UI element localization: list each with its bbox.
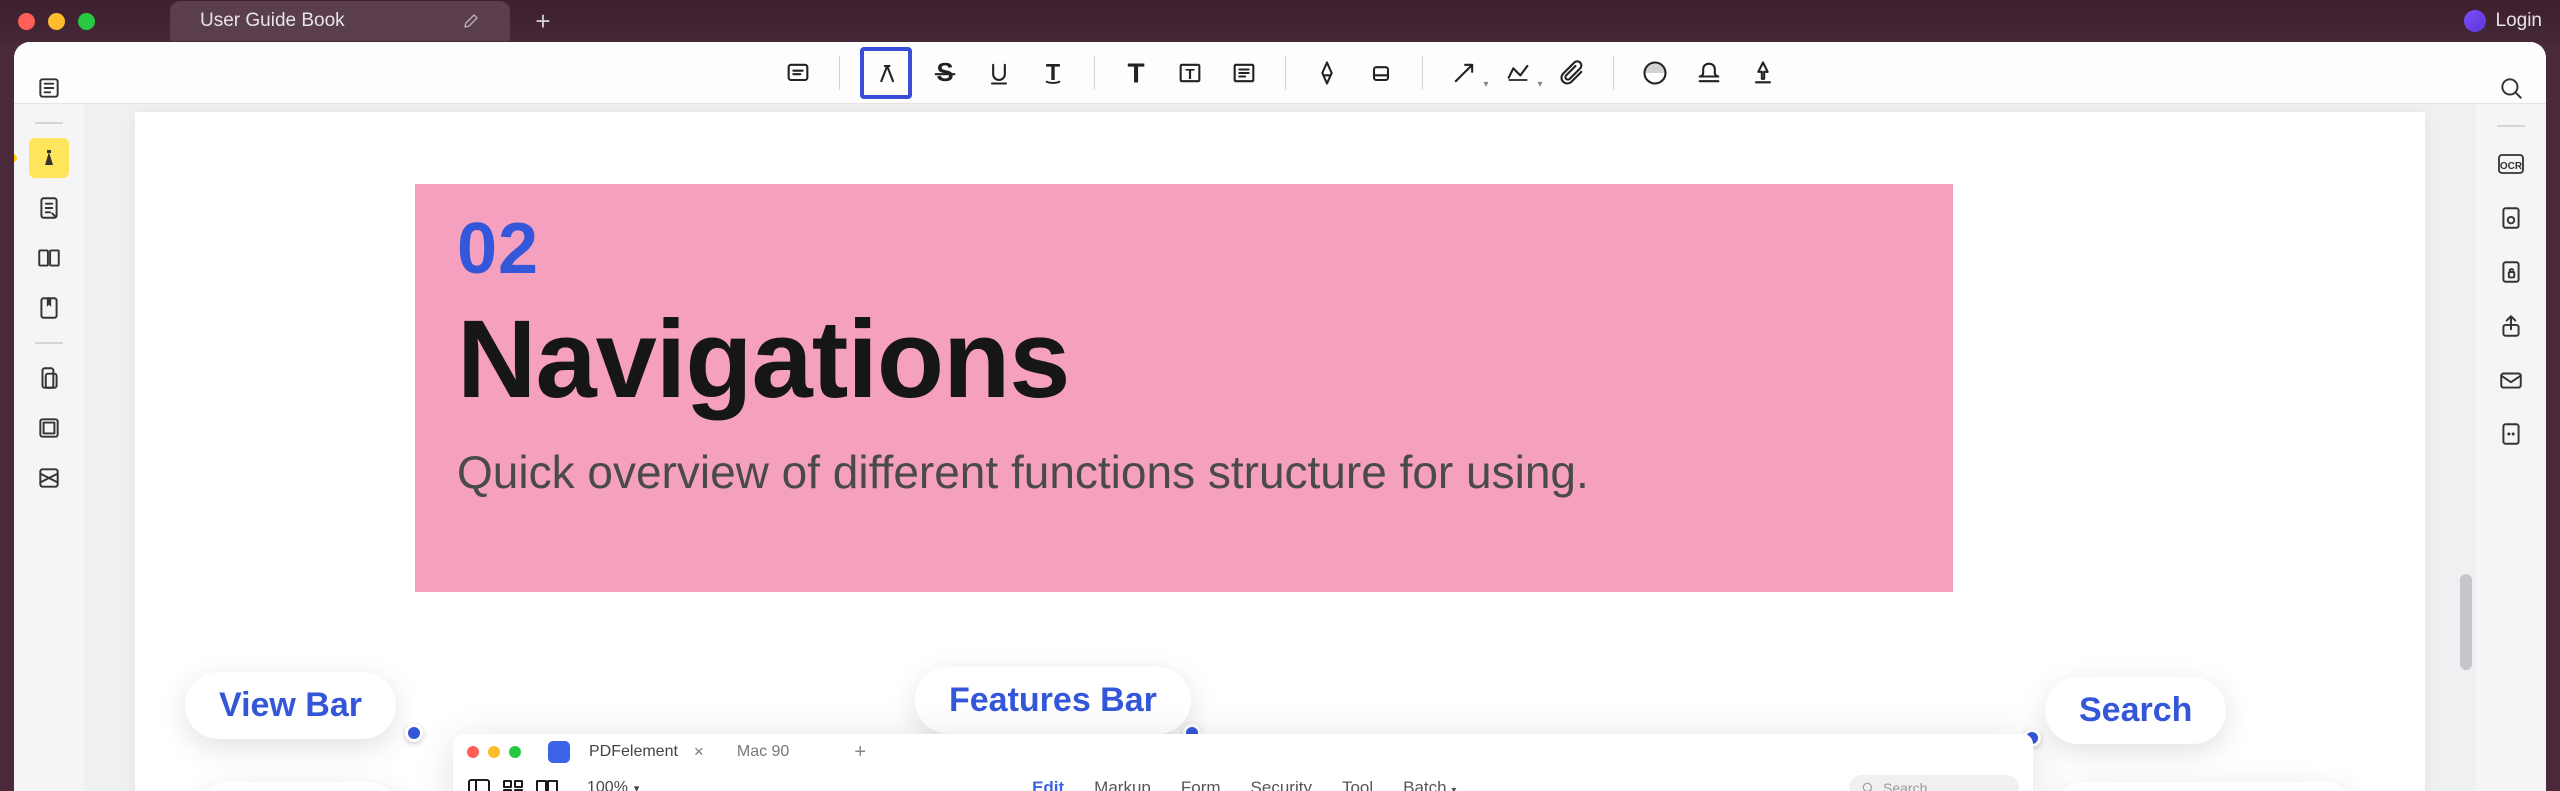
section-number: 02 (457, 208, 1911, 290)
dropdown-caret-icon: ▾ (1537, 79, 1542, 90)
mini-close-icon (467, 746, 479, 758)
markup-panel-button[interactable] (29, 138, 69, 178)
view-mode-sidebar-icon[interactable] (467, 778, 491, 791)
document-tab[interactable]: User Guide Book (170, 1, 510, 41)
svg-text:T: T (1045, 59, 1059, 85)
pages-panel-button[interactable] (29, 458, 69, 498)
login-label: Login (2496, 10, 2543, 32)
stamp-tool[interactable] (1634, 52, 1676, 94)
arrow-tool[interactable]: ▾ (1443, 52, 1485, 94)
close-tab-icon[interactable]: × (694, 742, 704, 762)
svg-text:T: T (1185, 65, 1195, 82)
dropdown-caret-icon: ▾ (1483, 79, 1488, 90)
embedded-tab2: Mac 90 (737, 743, 789, 761)
search-button[interactable] (2491, 68, 2531, 108)
view-mode-grid-icon[interactable] (501, 778, 525, 791)
text-effect-tool[interactable]: T (1032, 52, 1074, 94)
svg-text:T: T (1127, 59, 1144, 87)
section-title: Navigations (457, 296, 1911, 423)
callout-search: Search (2045, 677, 2226, 744)
toolbar-separator (1422, 56, 1423, 90)
sidebar-divider (35, 122, 63, 124)
strikethrough-tool[interactable]: S (924, 52, 966, 94)
toolbar-separator (1285, 56, 1286, 90)
text-tool[interactable]: T (1115, 52, 1157, 94)
note-block-tool[interactable] (1223, 52, 1265, 94)
menu-security[interactable]: Security (1251, 778, 1312, 791)
sidebar-divider (2497, 125, 2525, 127)
view-mode-two-page-icon[interactable] (535, 778, 559, 791)
email-button[interactable] (2491, 360, 2531, 400)
document-tab-title: User Guide Book (200, 10, 462, 32)
thumbnail-panel-button[interactable] (29, 68, 69, 108)
callout-side-bar: Side Bar (195, 782, 401, 791)
pencil-tool[interactable] (1306, 52, 1348, 94)
embedded-new-tab[interactable]: + (854, 741, 866, 764)
textbox-tool[interactable]: T (1169, 52, 1211, 94)
minimize-window-icon[interactable] (48, 13, 65, 30)
section-subtitle: Quick overview of different functions st… (457, 445, 1911, 499)
document-viewport[interactable]: 02 Navigations Quick overview of differe… (84, 104, 2476, 791)
section-header-block: 02 Navigations Quick overview of differe… (415, 184, 1953, 592)
layers-panel-button[interactable] (29, 408, 69, 448)
search-icon (1861, 781, 1875, 791)
redact-tool[interactable] (1742, 52, 1784, 94)
tab-edit-icon[interactable] (462, 12, 480, 30)
callout-view-bar: View Bar (185, 672, 396, 739)
avatar-icon (2464, 10, 2486, 32)
callout-dot-icon (405, 724, 423, 742)
page-box-button[interactable] (2491, 198, 2531, 238)
menu-batch[interactable]: Batch ▾ (1403, 778, 1456, 791)
right-sidebar: OCR (2476, 54, 2546, 454)
embedded-search-input[interactable]: Search (1849, 775, 2019, 791)
shapes-tool[interactable]: ▾ (1497, 52, 1539, 94)
zoom-level[interactable]: 100% ▾ (587, 779, 639, 791)
embedded-app-window: PDFelement × Mac 90 + 100% ▾ Edit Mark (453, 734, 2033, 791)
note-tool[interactable] (777, 52, 819, 94)
attachment-tool[interactable] (1551, 52, 1593, 94)
search-placeholder: Search (1883, 780, 1927, 791)
chevron-down-icon: ▾ (1451, 785, 1456, 791)
toolbar-separator (839, 56, 840, 90)
protect-button[interactable] (2491, 252, 2531, 292)
menu-edit[interactable]: Edit (1032, 778, 1064, 791)
menu-markup[interactable]: Markup (1094, 778, 1151, 791)
new-tab-button[interactable]: + (524, 2, 562, 40)
scrollbar-thumb[interactable] (2460, 574, 2472, 670)
underline-tool[interactable] (978, 52, 1020, 94)
app-logo-icon (548, 741, 570, 763)
toolbar-separator (1613, 56, 1614, 90)
mini-fullscreen-icon (509, 746, 521, 758)
embedded-tab-name: PDFelement (589, 743, 678, 761)
attachment-panel-button[interactable] (29, 358, 69, 398)
more-button[interactable] (2491, 414, 2531, 454)
fullscreen-window-icon[interactable] (78, 13, 95, 30)
eraser-tool[interactable] (1360, 52, 1402, 94)
embedded-menu-bar: Edit Markup Form Security Tool Batch ▾ (1032, 778, 1456, 791)
toolbar-separator (1094, 56, 1095, 90)
bookmark-panel-button[interactable] (29, 288, 69, 328)
share-button[interactable] (2491, 306, 2531, 346)
document-page: 02 Navigations Quick overview of differe… (135, 112, 2425, 791)
ocr-button[interactable]: OCR (2491, 144, 2531, 184)
svg-text:OCR: OCR (2500, 161, 2523, 172)
login-button[interactable]: Login (2464, 10, 2543, 32)
chevron-down-icon: ▾ (634, 782, 640, 791)
traffic-lights[interactable] (18, 13, 95, 30)
menu-form[interactable]: Form (1181, 778, 1221, 791)
form-fields-panel-button[interactable] (29, 188, 69, 228)
callout-features-bar: Features Bar (915, 667, 1191, 734)
menu-tool[interactable]: Tool (1342, 778, 1373, 791)
highlighter-tool[interactable] (860, 47, 912, 99)
close-window-icon[interactable] (18, 13, 35, 30)
signature-tool[interactable] (1688, 52, 1730, 94)
left-sidebar (14, 54, 84, 498)
compare-panel-button[interactable] (29, 238, 69, 278)
sidebar-divider (35, 342, 63, 344)
svg-text:S: S (936, 59, 953, 87)
callout-property-panel: Property Panel (2050, 782, 2358, 791)
annotation-toolbar: S T T T ▾ ▾ (14, 42, 2546, 104)
mini-minimize-icon (488, 746, 500, 758)
